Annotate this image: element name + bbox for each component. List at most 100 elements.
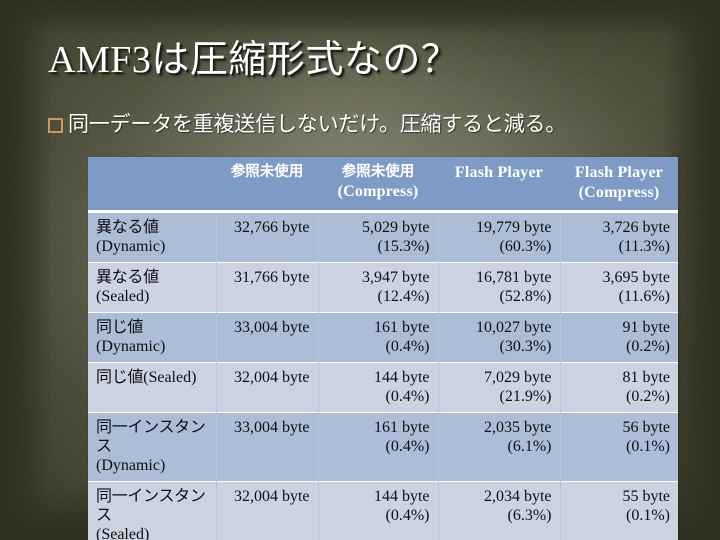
cell-bytes: 5,029 byte (361, 219, 430, 236)
table-header-cell-3: Flash Player (438, 157, 560, 212)
cell-percent: (0.4%) (385, 338, 430, 355)
comparison-table: 参照未使用 参照未使用 (Compress) Flash Player Flas… (88, 157, 678, 540)
cell-percent: (0.1%) (626, 438, 670, 455)
table-cell-value-4: 81 byte (0.2%) (560, 362, 678, 413)
row-label-main: 同一インスタンス (96, 419, 206, 455)
table-cell-value-1: 32,004 byte (216, 362, 319, 413)
table-header-cell-4: Flash Player (Compress) (560, 157, 678, 212)
table-cell-label: 同一インスタンス (Sealed) (88, 481, 217, 540)
table-header: 参照未使用 参照未使用 (Compress) Flash Player Flas… (88, 157, 678, 212)
cell-percent: (0.1%) (626, 507, 670, 524)
cell-bytes: 144 byte (373, 488, 430, 505)
cell-percent: (30.3%) (499, 338, 552, 355)
cell-bytes: 55 byte (622, 488, 670, 505)
cell-percent: (11.6%) (618, 288, 670, 305)
table-row: 同じ値(Sealed) 32,004 byte 144 byte (0.4%) 7,02… (88, 362, 678, 413)
cell-bytes: 2,035 byte (483, 419, 552, 436)
cell-bytes: 91 byte (622, 319, 670, 336)
table-cell-value-3: 2,034 byte (6.3%) (438, 481, 561, 540)
table-header-sublabel: (Compress) (578, 184, 660, 201)
row-label-variant: (Sealed) (143, 369, 197, 386)
table-header-cell-2: 参照未使用 (Compress) (318, 157, 438, 212)
table-cell-value-1: 33,004 byte (216, 412, 319, 482)
cell-percent: (0.4%) (385, 438, 430, 455)
cell-bytes: 161 byte (373, 319, 430, 336)
bullet-line: 同一データを重複送信しないだけ。圧縮すると減る。 (48, 111, 708, 137)
table-header-label: 参照未使用 (230, 164, 304, 180)
table-cell-value-2: 144 byte (0.4%) (318, 362, 439, 413)
cell-bytes: 3,726 byte (602, 219, 670, 236)
table-cell-value-1: 33,004 byte (216, 312, 319, 363)
row-label-variant: (Dynamic) (96, 457, 166, 474)
row-label-variant: (Dynamic) (96, 338, 166, 355)
row-label-variant: (Dynamic) (96, 238, 166, 255)
table-row: 異なる値 (Dynamic) 32,766 byte 5,029 byte (15.3%… (88, 211, 678, 263)
square-bullet-icon (48, 117, 63, 133)
cell-bytes: 32,004 byte (233, 369, 310, 386)
cell-bytes: 144 byte (373, 369, 430, 386)
cell-bytes: 81 byte (622, 369, 670, 386)
table-header-label: Flash Player (454, 164, 544, 181)
table-header-sublabel: (Compress) (337, 183, 419, 200)
cell-percent: (0.4%) (385, 388, 430, 405)
cell-bytes: 10,027 byte (475, 319, 552, 336)
table-row: 同一インスタンス (Dynamic) 33,004 byte 161 byte (0.4… (88, 412, 678, 482)
cell-bytes: 161 byte (373, 419, 430, 436)
cell-bytes: 33,004 byte (233, 319, 310, 336)
table-header-label: Flash Player (574, 164, 664, 181)
cell-percent: (6.3%) (507, 507, 552, 524)
table-cell-value-3: 10,027 byte (30.3%) (438, 312, 561, 363)
cell-bytes: 32,766 byte (233, 219, 310, 236)
row-label-main: 同じ値 (96, 319, 144, 336)
cell-bytes: 3,695 byte (602, 269, 670, 286)
table-cell-value-2: 161 byte (0.4%) (318, 412, 439, 482)
cell-bytes: 16,781 byte (475, 269, 552, 286)
table-cell-label: 同じ値 (Dynamic) (88, 312, 217, 363)
cell-bytes: 33,004 byte (233, 419, 310, 436)
table-header-label: 参照未使用 (341, 164, 415, 180)
table-cell-label: 同じ値(Sealed) (88, 362, 217, 413)
table-cell-value-1: 31,766 byte (216, 262, 319, 313)
cell-bytes: 3,947 byte (361, 269, 430, 286)
table-body: 異なる値 (Dynamic) 32,766 byte 5,029 byte (15.3%… (88, 211, 678, 540)
table-cell-value-1: 32,004 byte (216, 481, 319, 540)
cell-percent: (52.8%) (499, 288, 552, 305)
table-cell-value-3: 2,035 byte (6.1%) (438, 412, 561, 482)
table-cell-value-4: 56 byte (0.1%) (560, 412, 678, 482)
row-label-main: 同一インスタンス (96, 488, 206, 524)
table-cell-label: 異なる値 (Dynamic) (88, 211, 217, 263)
cell-bytes: 56 byte (622, 419, 670, 436)
row-label-main: 同じ値 (96, 369, 144, 386)
table-cell-value-3: 16,781 byte (52.8%) (438, 262, 561, 313)
cell-percent: (6.1%) (507, 438, 552, 455)
table-row: 同一インスタンス (Sealed) 32,004 byte 144 byte (0.4%… (88, 481, 678, 540)
table-cell-value-2: 3,947 byte (12.4%) (318, 262, 439, 313)
table-cell-label: 同一インスタンス (Dynamic) (88, 412, 217, 482)
table-cell-value-4: 55 byte (0.1%) (560, 481, 678, 540)
slide-canvas: AMF3は圧縮形式なの？ 同一データを重複送信しないだけ。圧縮すると減る。 参照… (0, 0, 720, 540)
table-cell-value-1: 32,766 byte (216, 211, 319, 263)
cell-percent: (15.3%) (377, 238, 430, 255)
cell-percent: (0.4%) (385, 507, 430, 524)
row-label-variant: (Sealed) (96, 288, 150, 305)
table-cell-value-4: 3,695 byte (11.6%) (560, 262, 678, 313)
table-cell-value-4: 91 byte (0.2%) (560, 312, 678, 363)
table-cell-value-3: 19,779 byte (60.3%) (438, 211, 561, 263)
cell-bytes: 31,766 byte (233, 269, 310, 286)
slide-title: AMF3は圧縮形式なの？ (48, 39, 460, 81)
table-header-cell-blank (88, 157, 216, 212)
cell-percent: (21.9%) (499, 388, 552, 405)
row-label-variant: (Sealed) (96, 526, 150, 540)
cell-bytes: 19,779 byte (475, 219, 552, 236)
cell-bytes: 2,034 byte (483, 488, 552, 505)
table-row: 同じ値 (Dynamic) 33,004 byte 161 byte (0.4%) 10,… (88, 312, 678, 363)
row-label-main: 異なる値 (96, 219, 159, 236)
table-cell-value-2: 161 byte (0.4%) (318, 312, 439, 363)
table-cell-label: 異なる値 (Sealed) (88, 262, 217, 313)
cell-percent: (0.2%) (626, 388, 670, 405)
table-cell-value-2: 5,029 byte (15.3%) (318, 211, 439, 263)
table-cell-value-4: 3,726 byte (11.3%) (560, 211, 678, 263)
table-header-cell-1: 参照未使用 (216, 157, 318, 212)
cell-percent: (12.4%) (377, 288, 430, 305)
table-header-row: 参照未使用 参照未使用 (Compress) Flash Player Flas… (88, 157, 678, 212)
